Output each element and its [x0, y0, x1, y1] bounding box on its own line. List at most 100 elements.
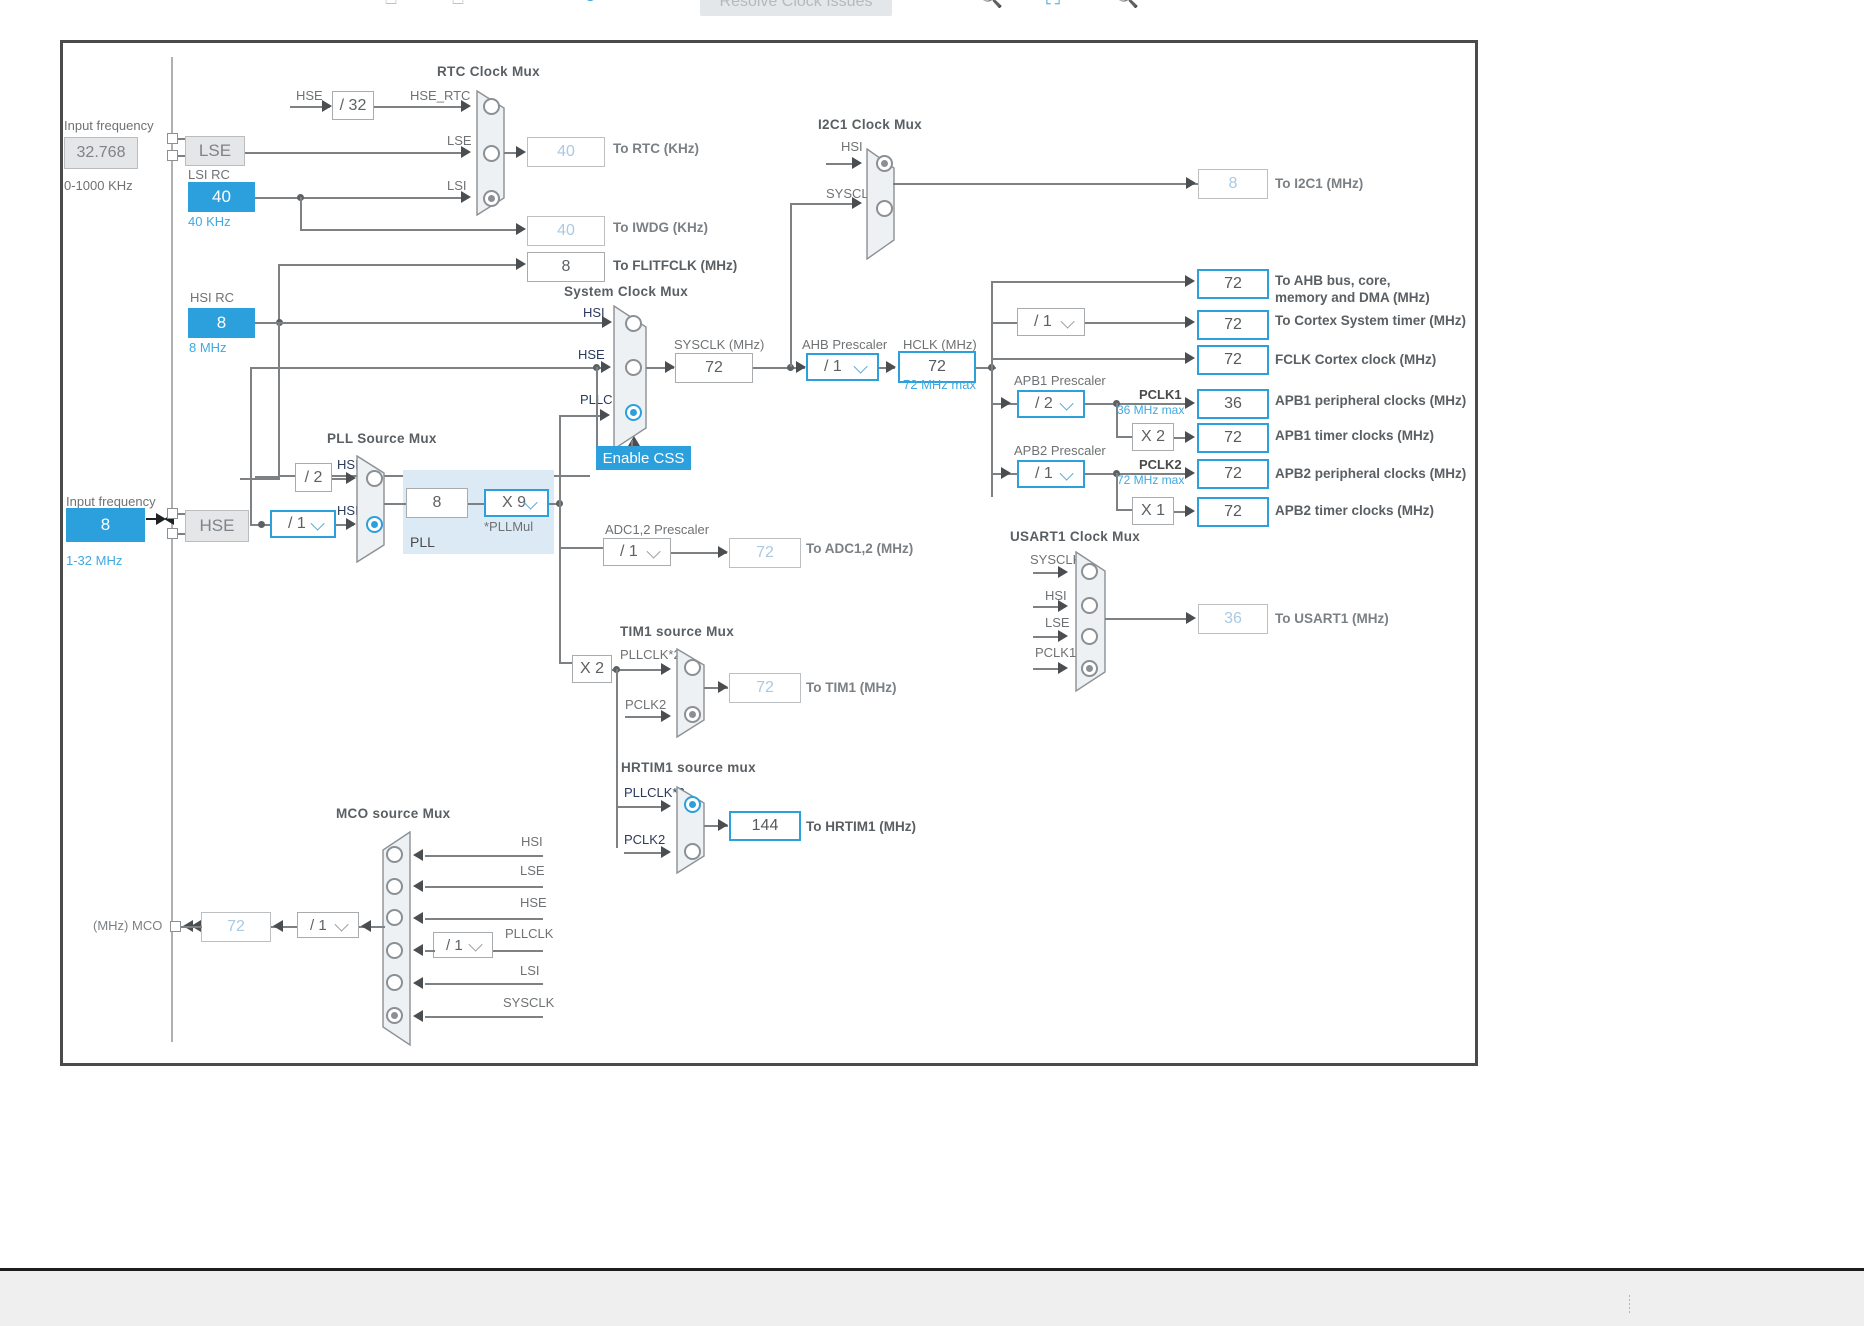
system-clock-mux-title: System Clock Mux — [564, 284, 688, 299]
undo-icon[interactable]: ⎕ — [385, 0, 397, 8]
mco-mux-radio-lse[interactable] — [386, 878, 403, 895]
sysclk-mux-input-hsi: HSI — [583, 305, 605, 320]
lse-pin-top[interactable] — [167, 133, 178, 144]
to-iwdg-label: To IWDG (KHz) — [613, 220, 708, 235]
chevron-down-icon — [1061, 315, 1075, 329]
to-flitfclk-label: To FLITFCLK (MHz) — [613, 258, 737, 273]
ahb-prescaler-select[interactable]: / 1 — [806, 353, 879, 381]
usart1-mux-input-sysclk: SYSCLK — [1030, 552, 1081, 567]
mco-output-value: 72 — [201, 912, 271, 942]
resize-grip[interactable] — [1629, 1295, 1630, 1313]
usart1-mux-radio-lse[interactable] — [1081, 628, 1098, 645]
apb2-timer-clocks-value: 72 — [1197, 497, 1269, 527]
i2c1-mux-radio-hsi[interactable] — [876, 155, 893, 172]
enable-css-button[interactable]: Enable CSS — [596, 446, 691, 470]
mco-div-select[interactable]: / 1 — [297, 912, 359, 938]
mco-mux-radio-hse[interactable] — [386, 909, 403, 926]
mco-div-value: / 1 — [310, 917, 327, 934]
pll-mux-radio-hse[interactable] — [366, 516, 383, 533]
fclk-cortex-value: 72 — [1197, 345, 1269, 375]
usart1-mux-input-pclk1: PCLK1 — [1035, 645, 1076, 660]
hrtim1-mux-radio-pllclk2[interactable] — [684, 796, 701, 813]
resolve-clock-issues-button[interactable]: Resolve Clock Issues — [700, 0, 892, 16]
adc-prescaler-value: / 1 — [620, 543, 638, 561]
to-cortex-systimer-value: 72 — [1197, 310, 1269, 340]
mco-mux-radio-hsi[interactable] — [386, 846, 403, 863]
sysclk-label: SYSCLK (MHz) — [674, 337, 764, 352]
chevron-down-icon — [469, 938, 483, 952]
apb2-prescaler-value: / 1 — [1035, 465, 1053, 483]
hse-pin-top[interactable] — [167, 508, 178, 519]
pllmul-note: *PLLMul — [484, 519, 533, 534]
hsi-value-field[interactable]: 8 — [188, 308, 255, 338]
fclk-cortex-label: FCLK Cortex clock (MHz) — [1275, 352, 1436, 367]
rtc-mux-radio-lsi[interactable] — [483, 190, 500, 207]
to-ahb-bus-label-line2: memory and DMA (MHz) — [1275, 290, 1430, 305]
sysclk-mux-radio-hsi[interactable] — [625, 315, 642, 332]
usart1-mux-radio-hsi[interactable] — [1081, 597, 1098, 614]
usart1-clock-mux-title: USART1 Clock Mux — [1010, 529, 1140, 544]
lse-input-frequency-label: Input frequency — [64, 118, 154, 133]
apb1-timer-clocks-value: 72 — [1197, 423, 1269, 453]
apb2-timer-mul-box: X 1 — [1132, 497, 1174, 525]
pll-mul-select[interactable]: X 9 — [484, 489, 549, 517]
rtc-hse-input-label: HSE — [296, 88, 323, 103]
apb1-timer-mul-box: X 2 — [1132, 423, 1174, 451]
mco-pin[interactable] — [170, 921, 181, 932]
hrtim1-mux-radio-pclk2[interactable] — [684, 843, 701, 860]
to-rtc-value: 40 — [527, 137, 605, 167]
tim1-mux-input-pllclk2: PLLCLK*2 — [620, 647, 681, 662]
mco-mux-input-hsi: HSI — [521, 834, 543, 849]
apb2-prescaler-select[interactable]: / 1 — [1017, 460, 1085, 488]
hse-pin-bottom[interactable] — [167, 528, 178, 539]
rtc-clock-mux-title: RTC Clock Mux — [437, 64, 540, 79]
fit-screen-icon[interactable]: ⛶ — [1046, 0, 1060, 8]
cortex-prescaler-value: / 1 — [1034, 313, 1052, 331]
rtc-mux-radio-lse[interactable] — [483, 145, 500, 162]
apb1-peripheral-clocks-value: 36 — [1197, 389, 1269, 419]
hrtim1-mux-input-pclk2: PCLK2 — [624, 832, 665, 847]
hsi-unit-label: 8 MHz — [189, 340, 227, 355]
canvas-left-rail — [171, 57, 173, 1042]
usart1-mux-radio-sysclk[interactable] — [1081, 563, 1098, 580]
cortex-systimer-prescaler-select[interactable]: / 1 — [1017, 308, 1085, 336]
usart1-mux-radio-pclk1[interactable] — [1081, 660, 1098, 677]
i2c1-mux-radio-sysclk[interactable] — [876, 200, 893, 217]
mco-pllclk-div-select[interactable]: / 1 — [433, 932, 493, 958]
mco-mux-radio-pllclk[interactable] — [386, 942, 403, 959]
mco-mux-input-pllclk: PLLCLK — [505, 926, 553, 941]
lse-oscillator-block[interactable]: LSE — [185, 136, 245, 166]
usart1-mux-input-lse: LSE — [1045, 615, 1070, 630]
rtc-mux-input-hse-rtc: HSE_RTC — [410, 88, 470, 103]
lse-input-frequency-field[interactable]: 32.768 — [64, 137, 138, 169]
lsi-value-field[interactable]: 40 — [188, 182, 255, 212]
adc-prescaler-select[interactable]: / 1 — [603, 538, 671, 566]
redo-icon[interactable]: ⎕ — [452, 0, 464, 8]
hse-input-frequency-field[interactable]: 8 — [66, 508, 145, 542]
hse-oscillator-block[interactable]: HSE — [185, 510, 249, 542]
pll-hse-div-value: / 1 — [288, 515, 306, 533]
pll-hse-div-select[interactable]: / 1 — [270, 510, 336, 538]
apb1-prescaler-select[interactable]: / 2 — [1017, 390, 1085, 418]
refresh-icon[interactable]: ○ — [583, 0, 598, 6]
to-ahb-bus-label-line1: To AHB bus, core, — [1275, 273, 1391, 288]
pclk1-max-note: 36 MHz max — [1117, 403, 1184, 417]
to-tim1-label: To TIM1 (MHz) — [806, 680, 896, 695]
rtc-mux-radio-hse-rtc[interactable] — [483, 98, 500, 115]
pll-mux-radio-hsi[interactable] — [366, 470, 383, 487]
tim1-mux-radio-pclk2[interactable] — [684, 706, 701, 723]
lse-pin-bottom[interactable] — [167, 150, 178, 161]
to-adc-value: 72 — [729, 538, 801, 568]
pclk1-label: PCLK1 — [1139, 387, 1182, 402]
sysclk-mux-radio-hse[interactable] — [625, 359, 642, 376]
sysclk-mux-radio-pllclk[interactable] — [625, 404, 642, 421]
mco-mux-radio-lsi[interactable] — [386, 974, 403, 991]
zoom-out-icon[interactable]: 🔍 — [978, 0, 1003, 8]
to-adc-label: To ADC1,2 (MHz) — [806, 541, 913, 556]
apb2-timer-clocks-label: APB2 timer clocks (MHz) — [1275, 503, 1434, 518]
mco-mux-radio-sysclk[interactable] — [386, 1007, 403, 1024]
tim1-mux-radio-pllclk2[interactable] — [684, 659, 701, 676]
hse-range-label: 1-32 MHz — [66, 553, 122, 568]
ahb-prescaler-label: AHB Prescaler — [802, 337, 887, 352]
zoom-in-icon[interactable]: 🔍 — [1114, 0, 1139, 8]
